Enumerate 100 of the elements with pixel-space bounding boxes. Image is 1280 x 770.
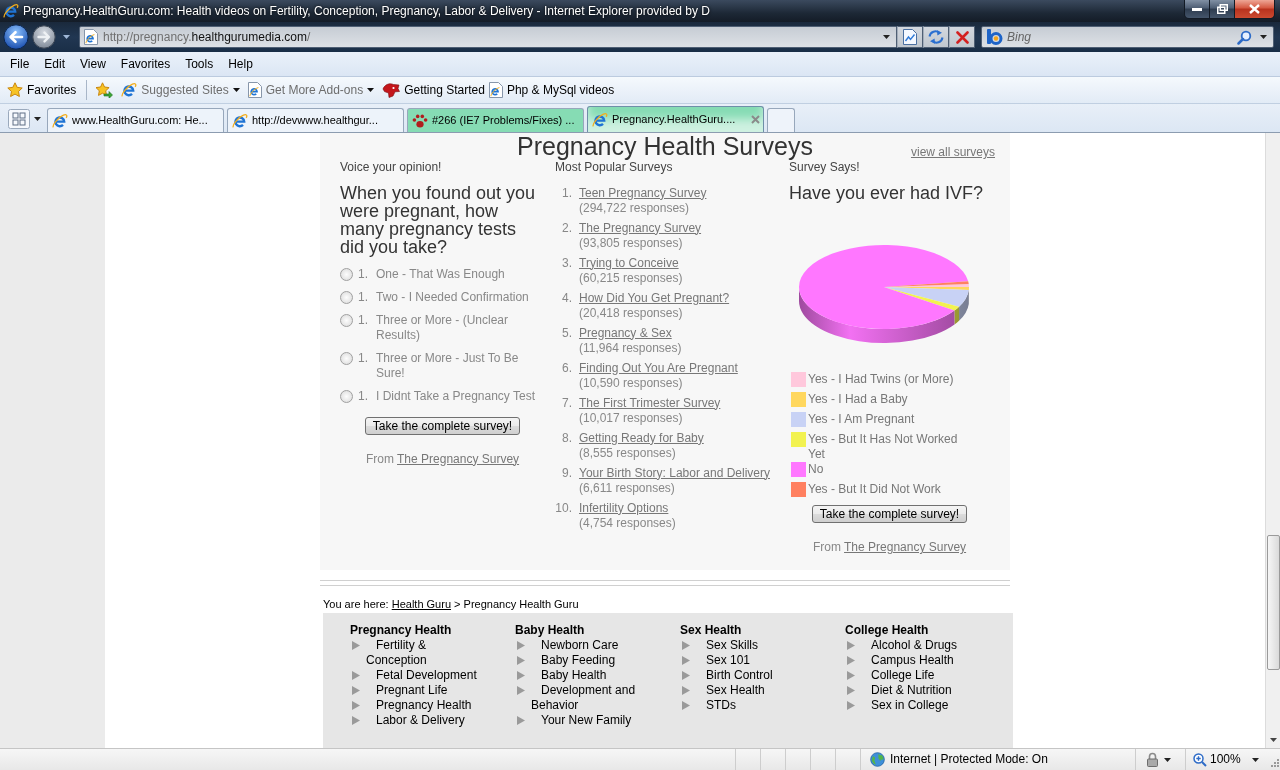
section-heading: Survey Says! — [789, 160, 860, 175]
caret-icon[interactable] — [1164, 757, 1171, 762]
forward-button[interactable] — [32, 25, 56, 49]
list-number: 10. — [555, 500, 572, 517]
footer-link[interactable]: Newborn Care — [515, 637, 619, 653]
footer-link[interactable]: Your New Family — [515, 712, 632, 728]
footer-link[interactable]: Fertility & Conception — [350, 637, 490, 668]
radio-button[interactable] — [340, 313, 353, 327]
footer-link[interactable]: Fetal Development — [350, 667, 477, 683]
browser-tab[interactable]: www.HealthGuru.com: He... — [47, 108, 224, 132]
tile-grid-icon[interactable] — [8, 109, 30, 129]
survey-link[interactable]: Trying to Conceive — [579, 255, 679, 270]
radio-button[interactable] — [340, 290, 353, 304]
footer-link[interactable]: STDs — [680, 697, 736, 713]
caret-icon[interactable] — [1252, 757, 1259, 762]
footer-link[interactable]: College Life — [845, 667, 935, 683]
search-icon[interactable] — [1237, 29, 1252, 45]
zoom-icon[interactable] — [1193, 752, 1207, 767]
footer-link[interactable]: Sex 101 — [680, 652, 751, 668]
survey-link[interactable]: The Pregnancy Survey — [397, 451, 520, 466]
footer-link[interactable]: Birth Control — [680, 667, 773, 683]
survey-link[interactable]: The First Trimester Survey — [579, 395, 721, 410]
menu-item[interactable]: Favorites — [113, 56, 179, 72]
source-text: From The Pregnancy Survey — [811, 540, 968, 555]
browser-tab[interactable]: Pregnancy.HealthGuru.... — [587, 106, 764, 132]
take-survey-button[interactable]: Take the complete survey! — [364, 416, 521, 435]
caret-icon[interactable] — [367, 88, 375, 92]
refresh-button[interactable] — [923, 26, 949, 48]
minimize-icon — [1192, 7, 1202, 11]
footer-link[interactable]: Pregnancy Health — [350, 697, 472, 713]
footer-link[interactable]: Sex Health — [680, 682, 765, 698]
caret-icon[interactable] — [883, 35, 890, 39]
refresh-icon — [927, 29, 945, 45]
caret-icon[interactable] — [34, 117, 41, 121]
search-input[interactable]: Bing — [1003, 29, 1237, 45]
close-button[interactable] — [1235, 0, 1275, 19]
response-count: (93,805 responses) — [579, 235, 683, 250]
list-number: 6. — [561, 360, 572, 377]
back-button[interactable] — [3, 24, 29, 50]
footer-link[interactable]: Pregnant Life — [350, 682, 448, 698]
response-count: (294,722 responses) — [579, 200, 690, 215]
menu-item[interactable]: Help — [221, 56, 261, 72]
restore-icon — [1216, 4, 1228, 14]
caret-icon[interactable] — [232, 88, 240, 92]
option-number: 1. — [358, 266, 369, 282]
menu-item[interactable]: Edit — [37, 56, 74, 72]
compatibility-button[interactable] — [897, 26, 923, 48]
search-field[interactable]: Bing — [981, 26, 1274, 48]
view-all-link[interactable]: view all surveys — [910, 145, 995, 160]
radio-button[interactable] — [340, 389, 353, 403]
scrollbar-thumb[interactable] — [1266, 535, 1280, 670]
survey-link[interactable]: Your Birth Story: Labor and Delivery — [579, 465, 770, 480]
take-survey-button[interactable]: Take the complete survey! — [811, 505, 968, 523]
survey-link[interactable]: How Did You Get Pregnant? — [579, 290, 730, 305]
footer-link[interactable]: Diet & Nutrition — [845, 682, 952, 698]
restore-button[interactable] — [1210, 0, 1235, 19]
favorites-link[interactable]: Php & MySql videos — [488, 82, 615, 98]
breadcrumb-link[interactable]: Health Guru — [391, 598, 451, 610]
lock-icon[interactable] — [1146, 752, 1159, 767]
menu-item[interactable]: File — [3, 56, 38, 72]
down-arrow-icon[interactable] — [1269, 738, 1277, 742]
radio-button[interactable] — [340, 267, 353, 281]
browser-tab[interactable]: http://devwww.healthgur... — [227, 108, 404, 132]
list-number: 8. — [561, 430, 572, 447]
footer-link[interactable]: Campus Health — [845, 652, 954, 668]
survey-link[interactable]: The Pregnancy Survey — [844, 540, 967, 554]
survey-link[interactable]: Infertility Options — [579, 500, 669, 515]
option-label[interactable]: Three or More - Just To Be Sure! — [376, 350, 545, 381]
resize-grip-icon[interactable] — [1269, 759, 1279, 769]
star-arrow-icon[interactable] — [95, 82, 114, 98]
vertical-scrollbar[interactable] — [1265, 133, 1280, 748]
footer-link[interactable]: Sex in College — [845, 697, 949, 713]
footer-link[interactable]: Labor & Delivery — [350, 712, 465, 728]
footer-link[interactable]: Sex Skills — [680, 637, 758, 653]
footer-link[interactable]: Baby Feeding — [515, 652, 616, 668]
zoom-level[interactable]: 100% — [1210, 752, 1241, 767]
footer-link[interactable]: Development and Behavior — [515, 682, 655, 713]
menu-item[interactable]: Tools — [178, 56, 222, 72]
list-number: 9. — [561, 465, 572, 482]
minimize-button[interactable] — [1184, 0, 1210, 19]
footer-link[interactable]: Baby Health — [515, 667, 607, 683]
favorites-button[interactable]: Favorites — [7, 82, 77, 98]
caret-icon[interactable] — [63, 35, 70, 39]
favorites-link[interactable]: Getting Started — [382, 82, 485, 98]
response-count: (20,418 responses) — [579, 305, 683, 320]
footer-link[interactable]: Alcohol & Drugs — [845, 637, 958, 653]
browser-tab[interactable]: #266 (IE7 Problems/Fixes) ... — [407, 108, 584, 132]
survey-link[interactable]: Teen Pregnancy Survey — [579, 185, 707, 200]
stop-button[interactable] — [949, 26, 975, 48]
survey-link[interactable]: Getting Ready for Baby — [579, 430, 704, 445]
survey-link[interactable]: Finding Out You Are Pregnant — [579, 360, 738, 375]
survey-link[interactable]: Pregnancy & Sex — [579, 325, 672, 340]
close-icon[interactable] — [751, 115, 760, 124]
address-field[interactable]: http://pregnancy.healthgurumedia.com/ — [79, 26, 897, 48]
dog-head-icon — [382, 82, 401, 98]
menu-item[interactable]: View — [73, 56, 114, 72]
survey-link[interactable]: The Pregnancy Survey — [579, 220, 702, 235]
radio-button[interactable] — [340, 351, 353, 365]
caret-icon[interactable] — [1260, 35, 1267, 39]
security-zone-text[interactable]: Internet | Protected Mode: On — [890, 752, 1048, 767]
